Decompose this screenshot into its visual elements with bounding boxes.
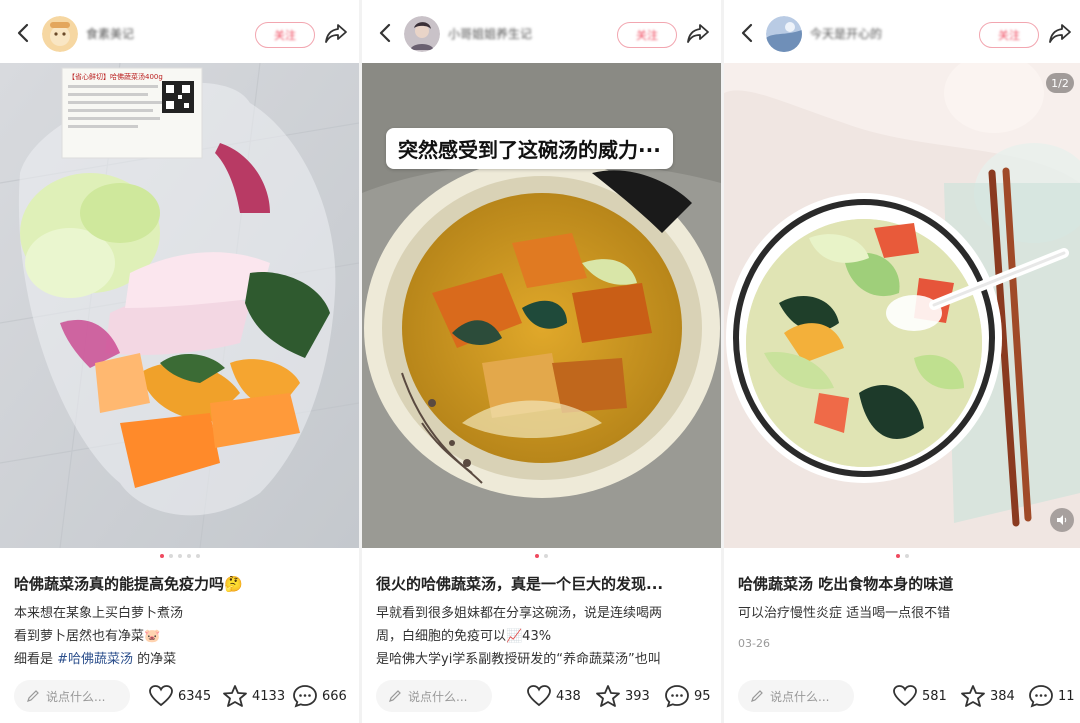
sound-icon[interactable] (1050, 508, 1074, 532)
pencil-icon (27, 690, 39, 702)
comment-button[interactable]: 666 (292, 682, 347, 710)
post-body: 可以治疗慢性炎症 适当喝一点很不错 (738, 602, 950, 625)
body-line: 是哈佛大学yi学系副教授研发的“养命蔬菜汤”也叫 (376, 652, 661, 667)
username[interactable]: 小哥姐姐养生记 (448, 25, 532, 42)
body-line: 周，白细胞的免疫可以📈43% (376, 629, 552, 644)
comment-count: 666 (322, 688, 347, 704)
post-image-vegetable-pack[interactable]: 【省心鲜切】哈佛蔬菜汤400g (0, 63, 359, 548)
collect-count: 384 (990, 688, 1015, 704)
post-title: 哈佛蔬菜汤 吃出食物本身的味道 (738, 575, 954, 593)
heart-icon (527, 685, 551, 707)
comment-placeholder: 说点什么... (770, 689, 830, 704)
post-image-soup-bowl[interactable]: 突然感受到了这碗汤的威力··· (362, 63, 721, 548)
collect-count: 393 (625, 688, 650, 704)
like-count: 6345 (178, 688, 212, 704)
follow-button[interactable]: 关注 (979, 22, 1039, 48)
back-arrow-icon[interactable] (738, 22, 756, 44)
carousel-dots (362, 554, 721, 564)
avatar[interactable] (404, 16, 440, 52)
avatar[interactable] (766, 16, 802, 52)
body-line: 看到萝卜居然也有净菜🐷 (14, 629, 161, 644)
comment-input[interactable]: 说点什么... (738, 680, 854, 712)
comment-button[interactable]: 95 (664, 682, 711, 710)
back-arrow-icon[interactable] (376, 22, 394, 44)
post-panel-2: 小哥姐姐养生记 关注 突然感受到了这碗汤的威力··· 很火的哈佛蔬菜汤，真是一个… (362, 0, 721, 723)
body-text: 细看是 (14, 652, 58, 667)
follow-button[interactable]: 关注 (617, 22, 677, 48)
top-bar: 食素美记 关注 (0, 0, 359, 63)
heart-icon (149, 685, 173, 707)
collect-button[interactable]: 4133 (222, 682, 285, 710)
post-date: 03-26 (738, 637, 770, 650)
top-bar: 今天是开心的 关注 (724, 0, 1080, 63)
bottom-bar: 说点什么... 438 393 95 (362, 672, 721, 723)
username[interactable]: 今天是开心的 (810, 25, 882, 42)
body-text: 的净菜 (133, 652, 177, 667)
carousel-dots (724, 554, 1080, 564)
body-line: 早就看到很多姐妹都在分享这碗汤，说是连续喝两 (376, 606, 663, 621)
carousel-dots (0, 554, 359, 564)
like-button[interactable]: 6345 (148, 682, 211, 710)
body-line: 可以治疗慢性炎症 适当喝一点很不错 (738, 606, 951, 621)
post-panel-3: 今天是开心的 关注 1/2 哈佛蔬菜汤 吃出食物本身的味道 可以治疗慢性炎症 适… (724, 0, 1080, 723)
collect-button[interactable]: 384 (960, 682, 1015, 710)
package-label-text: 【省心鲜切】哈佛蔬菜汤400g (68, 72, 163, 81)
top-bar: 小哥姐姐养生记 关注 (362, 0, 721, 63)
image-pager: 1/2 (1046, 73, 1074, 93)
like-button[interactable]: 438 (526, 682, 581, 710)
bottom-bar: 说点什么... 6345 4133 666 (0, 672, 359, 723)
comment-bubble-icon (293, 685, 317, 708)
share-icon[interactable] (686, 22, 710, 44)
hashtag-link[interactable]: #哈佛蔬菜汤 (57, 652, 133, 667)
comment-bubble-icon (1029, 685, 1053, 708)
bottom-bar: 说点什么... 581 384 11 (724, 672, 1080, 723)
heart-icon (893, 685, 917, 707)
post-panel-1: 食素美记 关注 【省心鲜切】哈佛蔬菜汤400g 哈佛蔬菜汤真的能提高免疫力吗🤔 … (0, 0, 359, 723)
body-line: 细看是 #哈佛蔬菜汤 的净菜 (14, 648, 183, 671)
star-icon (596, 685, 620, 707)
comment-input[interactable]: 说点什么... (376, 680, 492, 712)
back-arrow-icon[interactable] (14, 22, 32, 44)
follow-button[interactable]: 关注 (255, 22, 315, 48)
star-icon (961, 685, 985, 707)
username[interactable]: 食素美记 (86, 25, 134, 42)
body-line: 本来想在某象上买白萝卜煮汤 (14, 606, 184, 621)
post-title: 哈佛蔬菜汤真的能提高免疫力吗🤔 (14, 575, 243, 593)
collect-button[interactable]: 393 (595, 682, 650, 710)
comment-button[interactable]: 11 (1028, 682, 1075, 710)
avatar[interactable] (42, 16, 78, 52)
post-image-clear-soup[interactable]: 1/2 (724, 63, 1080, 548)
comment-count: 95 (694, 688, 711, 704)
share-icon[interactable] (1048, 22, 1072, 44)
like-button[interactable]: 581 (892, 682, 947, 710)
pencil-icon (751, 690, 763, 702)
image-caption-overlay: 突然感受到了这碗汤的威力··· (386, 128, 673, 169)
post-body: 早就看到很多姐妹都在分享这碗汤，说是连续喝两 周，白细胞的免疫可以📈43% 是哈… (376, 602, 662, 671)
comment-placeholder: 说点什么... (408, 689, 468, 704)
share-icon[interactable] (324, 22, 348, 44)
star-icon (223, 685, 247, 707)
like-count: 581 (922, 688, 947, 704)
comment-placeholder: 说点什么... (46, 689, 106, 704)
collect-count: 4133 (252, 688, 286, 704)
comment-count: 11 (1058, 688, 1075, 704)
comment-input[interactable]: 说点什么... (14, 680, 130, 712)
comment-bubble-icon (665, 685, 689, 708)
post-body: 本来想在某象上买白萝卜煮汤 看到萝卜居然也有净菜🐷 细看是 #哈佛蔬菜汤 的净菜 (14, 602, 183, 671)
post-title: 很火的哈佛蔬菜汤，真是一个巨大的发现... (376, 575, 664, 593)
like-count: 438 (556, 688, 581, 704)
pencil-icon (389, 690, 401, 702)
